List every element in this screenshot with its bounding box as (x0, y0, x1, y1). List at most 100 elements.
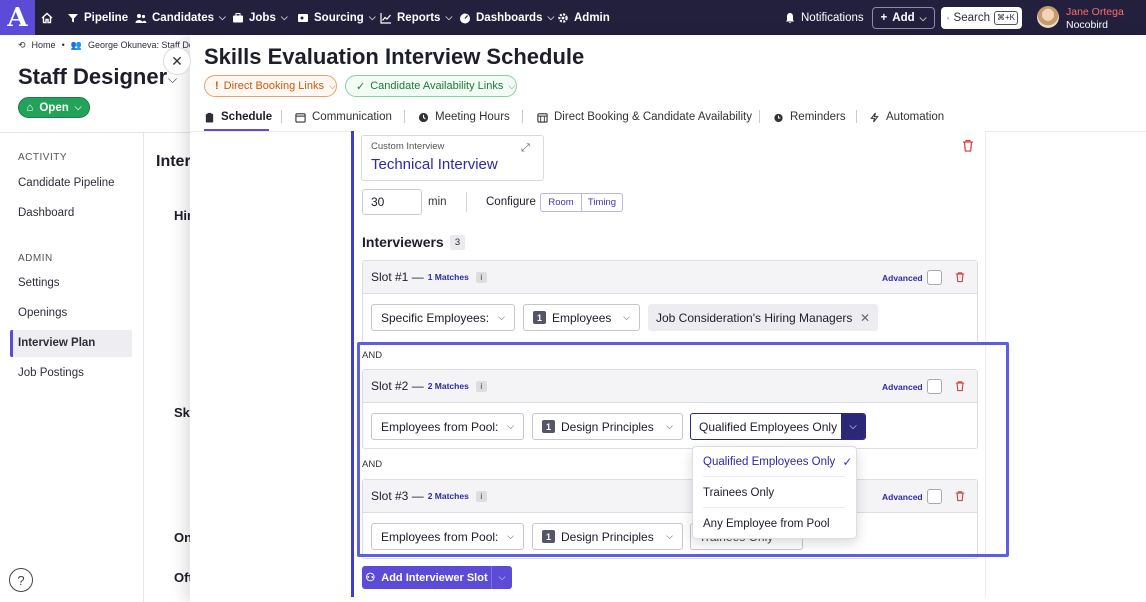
dropdown-option-qualified[interactable]: Qualified Employees Only ✓ (692, 446, 857, 477)
breadcrumb-candidate[interactable]: George Okuneva: Staff Desig (88, 40, 205, 51)
bell-icon (786, 12, 794, 23)
sidebar-item-candidate-pipeline[interactable]: Candidate Pipeline (18, 177, 115, 189)
slot-pool-select[interactable]: 1 Design Principles ⌵ (532, 413, 683, 440)
dropdown-option-trainees[interactable]: Trainees Only (692, 477, 857, 508)
slot-matches-link[interactable]: 2 Matches (428, 491, 469, 501)
count-badge: 1 (542, 420, 555, 433)
info-icon[interactable]: i (475, 271, 487, 283)
qualification-select[interactable]: Qualified Employees Only ⌵ (690, 413, 866, 440)
breadcrumb-separator: • (61, 40, 65, 50)
chevron-down-icon: ⌵ (666, 531, 673, 541)
tab-schedule[interactable]: Schedule (204, 105, 272, 129)
user-org: Nocobird (1066, 19, 1109, 31)
dropdown-option-any[interactable]: Any Employee from Pool (692, 508, 857, 539)
duration-input[interactable] (362, 189, 422, 215)
nav-pipeline[interactable]: Pipeline (67, 0, 128, 35)
advanced-checkbox[interactable] (927, 270, 942, 285)
configure-timing-button[interactable]: Timing (581, 194, 622, 211)
sidebar-item-job-postings[interactable]: Job Postings (18, 367, 84, 379)
divider (466, 192, 467, 212)
add-interviewer-slot-label: Add Interviewer Slot (381, 571, 488, 584)
nav-dashboards-label: Dashboards (476, 11, 543, 24)
interview-name[interactable]: Technical Interview (371, 156, 498, 173)
advanced-checkbox[interactable] (927, 379, 942, 394)
sidebar-item-openings[interactable]: Openings (18, 307, 67, 319)
chevron-down-icon[interactable]: ⌵ (841, 414, 865, 439)
count-badge: 1 (533, 311, 546, 324)
job-status-button[interactable]: ⌂ Open ⌵ (18, 97, 90, 118)
sidebar-item-interview-plan[interactable]: Interview Plan (18, 337, 95, 349)
tab-automation[interactable]: Automation (869, 105, 944, 129)
chevron-down-icon: ⌵ (328, 80, 336, 91)
nav-admin-label: Admin (574, 11, 610, 24)
user-name[interactable]: Jane Ortega (1066, 6, 1124, 18)
sidebar-item-dashboard[interactable]: Dashboard (18, 207, 74, 219)
slot-pool-select[interactable]: 1 Design Principles ⌵ (532, 523, 683, 550)
sidebar-item-settings[interactable]: Settings (18, 277, 60, 289)
slot-title: Slot #2 — 2 Matches i (371, 379, 487, 393)
notifications-button[interactable]: Notifications (784, 0, 864, 35)
tab-meeting-hours-label: Meeting Hours (435, 111, 510, 123)
slot-source-select[interactable]: Employees from Pool: ⌵ (371, 413, 524, 440)
add-button[interactable]: + Add ⌵ (872, 7, 935, 29)
chevron-down-icon: ⌵ (507, 421, 514, 431)
remove-tag-icon[interactable]: ✕ (860, 311, 870, 325)
help-icon[interactable]: ? (9, 568, 33, 592)
info-icon[interactable]: i (475, 490, 487, 502)
nav-dashboards[interactable]: Dashboards ⌵ (459, 0, 554, 35)
slot-group-select[interactable]: 1 Employees ⌵ (523, 304, 640, 331)
job-status-label: Open (39, 101, 69, 114)
tab-separator (856, 110, 857, 123)
chevron-down-icon: ⌵ (280, 12, 288, 22)
check-icon: ✓ (356, 80, 366, 93)
nav-candidates[interactable]: Candidates ⌵ (135, 0, 226, 35)
close-button[interactable]: ✕ (163, 47, 191, 75)
expand-icon[interactable]: ⤢ (521, 142, 530, 155)
nav-admin[interactable]: Admin (557, 0, 610, 35)
add-interviewer-slot-main[interactable]: ⚇ Add Interviewer Slot (362, 566, 491, 589)
chevron-down-icon: ⌵ (508, 80, 516, 91)
slot-source-value: Employees from Pool: (381, 419, 499, 434)
nav-sourcing-label: Sourcing (314, 11, 364, 24)
notifications-label: Notifications (801, 11, 864, 24)
slot-matches-link[interactable]: 1 Matches (428, 272, 469, 282)
slot-title-text: Slot #2 — (371, 379, 424, 393)
trash-icon[interactable] (955, 271, 965, 283)
nav-reports[interactable]: Reports ⌵ (380, 0, 452, 35)
slot-source-select[interactable]: Employees from Pool: ⌵ (371, 523, 524, 550)
chevron-down-icon: ⌵ (74, 102, 82, 112)
search-button[interactable]: Search ⌘+K (941, 7, 1022, 29)
app-logo[interactable]: A (0, 0, 35, 35)
people-icon (135, 13, 147, 23)
qualification-value: Qualified Employees Only (699, 419, 838, 434)
building-icon: ⌂ (26, 101, 34, 114)
nav-sourcing[interactable]: Sourcing ⌵ (297, 0, 376, 35)
tab-meeting-hours[interactable]: Meeting Hours (418, 105, 510, 129)
plus-icon: + (880, 12, 888, 24)
breadcrumb-home[interactable]: Home (32, 40, 56, 51)
tab-communication[interactable]: Communication (295, 105, 392, 129)
add-interviewer-slot-button[interactable]: ⚇ Add Interviewer Slot ⌵ (362, 566, 512, 589)
trash-icon[interactable] (955, 490, 965, 502)
slot-source-select[interactable]: Specific Employees: ⌵ (371, 304, 515, 331)
slot-matches-link[interactable]: 2 Matches (428, 381, 469, 391)
tab-reminders[interactable]: Reminders (773, 105, 846, 129)
job-title[interactable]: Staff Designer (18, 64, 167, 90)
direct-booking-links-button[interactable]: ! Direct Booking Links ⌵ (204, 75, 337, 97)
tab-reminders-label: Reminders (790, 111, 846, 123)
trash-icon[interactable] (955, 380, 965, 392)
info-icon[interactable]: i (475, 380, 487, 392)
avatar[interactable] (1037, 6, 1059, 28)
chevron-down-icon[interactable]: ⌵ (491, 566, 512, 589)
tab-direct-booking[interactable]: Direct Booking & Candidate Availability (537, 105, 752, 129)
modal-title: Skills Evaluation Interview Schedule (204, 44, 585, 69)
home-icon[interactable] (41, 0, 53, 35)
and-connector: AND (362, 459, 383, 470)
candidate-availability-links-button[interactable]: ✓ Candidate Availability Links ⌵ (345, 75, 517, 97)
section-label-admin: ADMIN (18, 253, 53, 264)
configure-room-button[interactable]: Room (541, 194, 581, 211)
nav-jobs[interactable]: Jobs ⌵ (232, 0, 288, 35)
advanced-checkbox[interactable] (927, 489, 942, 504)
trash-icon[interactable] (962, 139, 974, 152)
chevron-down-icon: ⌵ (919, 12, 927, 23)
